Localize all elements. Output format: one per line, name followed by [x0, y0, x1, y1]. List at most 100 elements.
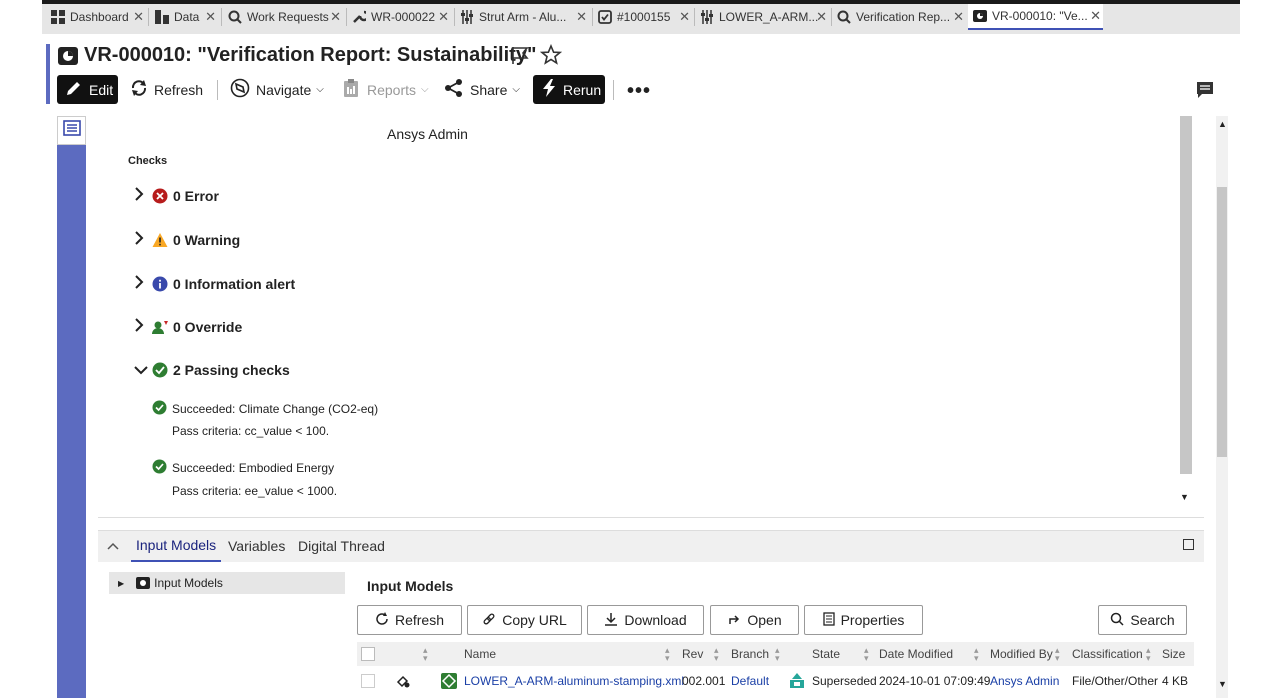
scroll-down-icon[interactable]: ▼	[1180, 492, 1189, 502]
sort-icon[interactable]: ▴ ▾	[1055, 646, 1060, 663]
close-icon[interactable]: ✕	[953, 9, 964, 25]
tab-work-requests[interactable]: Work Requests ✕	[227, 4, 343, 30]
check-group-info[interactable]: 0 Information alert	[134, 275, 295, 292]
column-header-date-modified[interactable]: Date Modified	[879, 647, 953, 661]
scroll-down-icon[interactable]: ▼	[1218, 679, 1227, 689]
tree-item-input-models[interactable]: ▶ Input Models	[109, 572, 345, 594]
share-label: Share	[470, 81, 508, 98]
page-scrollbar-thumb[interactable]	[1217, 187, 1227, 457]
sort-icon[interactable]: ▴ ▾	[423, 646, 428, 663]
tab-dashboard[interactable]: Dashboard ✕	[50, 4, 146, 30]
link-icon	[482, 612, 496, 629]
close-icon[interactable]: ✕	[816, 9, 827, 25]
row-name-link[interactable]: LOWER_A-ARM-aluminum-stamping.xml	[464, 674, 684, 688]
copy-url-label: Copy URL	[502, 612, 567, 628]
tab-1000155[interactable]: #1000155 ✕	[597, 4, 692, 30]
passing-check-criteria: Pass criteria: cc_value < 100.	[172, 424, 330, 438]
column-header-modified-by[interactable]: Modified By	[990, 647, 1053, 661]
star-icon[interactable]	[539, 43, 563, 71]
sliders-icon	[699, 9, 715, 25]
share-button[interactable]: Share ⌵	[444, 75, 520, 104]
scroll-up-icon[interactable]: ▲	[1218, 119, 1227, 129]
column-header-size[interactable]: Size	[1162, 647, 1185, 661]
sort-icon[interactable]: ▴ ▾	[775, 646, 780, 663]
task-icon	[597, 9, 613, 25]
close-icon[interactable]: ✕	[205, 9, 216, 25]
row-classification: File/Other/Other	[1072, 674, 1159, 688]
details-panel-button[interactable]	[57, 116, 86, 145]
search-button[interactable]: Search	[1098, 605, 1187, 635]
copy-url-button[interactable]: Copy URL	[467, 605, 582, 635]
chevron-down-icon: ⌵	[512, 84, 520, 95]
sort-icon[interactable]: ▴ ▾	[864, 646, 869, 663]
tab-strut-arm[interactable]: Strut Arm - Alu... ✕	[459, 4, 589, 30]
check-group-warning[interactable]: 0 Warning	[134, 231, 240, 248]
collapse-icon[interactable]	[107, 538, 119, 556]
comment-icon[interactable]	[1196, 81, 1214, 104]
expand-arrow-icon[interactable]: ▶	[118, 579, 124, 588]
more-icon[interactable]: •••	[627, 80, 651, 103]
document-icon	[822, 611, 835, 629]
tab-wr-000022[interactable]: WR-000022 ✕	[351, 4, 451, 30]
reports-button[interactable]: Reports ⌵	[343, 75, 429, 104]
column-header-classification[interactable]: Classification	[1072, 647, 1143, 661]
edit-button[interactable]: Edit	[57, 75, 118, 104]
close-icon[interactable]: ✕	[438, 9, 449, 25]
refresh-icon	[130, 79, 148, 100]
refresh-label: Refresh	[394, 612, 445, 628]
tab-variables[interactable]: Variables	[228, 530, 285, 562]
close-icon[interactable]: ✕	[330, 9, 341, 25]
rerun-label: Rerun	[563, 81, 602, 98]
override-icon	[152, 319, 168, 335]
select-all-checkbox[interactable]	[361, 647, 375, 661]
close-icon[interactable]: ✕	[679, 9, 690, 25]
error-icon	[152, 188, 168, 204]
flag-icon[interactable]	[510, 45, 530, 70]
maximize-icon[interactable]	[1183, 539, 1194, 550]
pass-icon	[152, 362, 168, 378]
tab-vr-000010[interactable]: VR-000010: "Ve... ✕	[968, 4, 1103, 30]
refresh-button[interactable]: Refresh	[130, 75, 203, 104]
properties-button[interactable]: Properties	[804, 605, 923, 635]
column-header-rev[interactable]: Rev	[682, 647, 703, 661]
sort-icon[interactable]: ▴ ▾	[1146, 646, 1151, 663]
row-modified-by-link[interactable]: Ansys Admin	[990, 674, 1059, 688]
row-branch-link[interactable]: Default	[731, 674, 769, 688]
pass-icon	[152, 459, 167, 479]
chevron-right-icon	[134, 318, 148, 335]
header-accent	[46, 44, 50, 104]
grid-header: ▴ ▾ Name ▴ ▾ Rev ▴ ▾ Branch ▴ ▾ State ▴ ▾ Dat…	[357, 642, 1194, 666]
check-group-override[interactable]: 0 Override	[134, 318, 242, 335]
tab-digital-thread[interactable]: Digital Thread	[298, 530, 385, 562]
tab-lower-a-arm[interactable]: LOWER_A-ARM... ✕	[699, 4, 829, 30]
column-header-branch[interactable]: Branch	[731, 647, 769, 661]
navigate-button[interactable]: Navigate ⌵	[230, 75, 324, 104]
author-name: Ansys Admin	[387, 126, 468, 142]
download-button[interactable]: Download	[587, 605, 704, 635]
close-icon[interactable]: ✕	[576, 9, 587, 25]
check-group-error[interactable]: 0 Error	[134, 187, 219, 204]
chevron-down-icon: ⌵	[316, 84, 324, 95]
check-group-passing[interactable]: 2 Passing checks	[134, 362, 290, 378]
chevron-down-icon	[134, 362, 148, 378]
navigate-label: Navigate	[256, 81, 312, 98]
tab-data[interactable]: Data ✕	[154, 4, 218, 30]
content-scrollbar[interactable]	[1180, 116, 1192, 474]
sort-icon[interactable]: ▴ ▾	[714, 646, 719, 663]
close-icon[interactable]: ✕	[133, 9, 144, 25]
sort-icon[interactable]: ▴ ▾	[665, 646, 670, 663]
grid-refresh-button[interactable]: Refresh	[357, 605, 462, 635]
tab-input-models[interactable]: Input Models	[131, 530, 222, 562]
tab-label: WR-000022	[371, 10, 436, 24]
sort-icon[interactable]: ▴ ▾	[974, 646, 979, 663]
column-header-state[interactable]: State	[812, 647, 840, 661]
open-button[interactable]: Open	[710, 605, 799, 635]
column-header-name[interactable]: Name	[464, 647, 496, 661]
table-row[interactable]: LOWER_A-ARM-aluminum-stamping.xml 002.00…	[357, 669, 1194, 693]
chevron-right-icon	[134, 187, 148, 204]
row-checkbox[interactable]	[361, 674, 375, 688]
close-icon[interactable]: ✕	[1090, 8, 1101, 24]
tab-label: Verification Rep...	[856, 10, 951, 24]
tab-verification-reports[interactable]: Verification Rep... ✕	[836, 4, 966, 30]
rerun-button[interactable]: Rerun	[533, 75, 605, 104]
